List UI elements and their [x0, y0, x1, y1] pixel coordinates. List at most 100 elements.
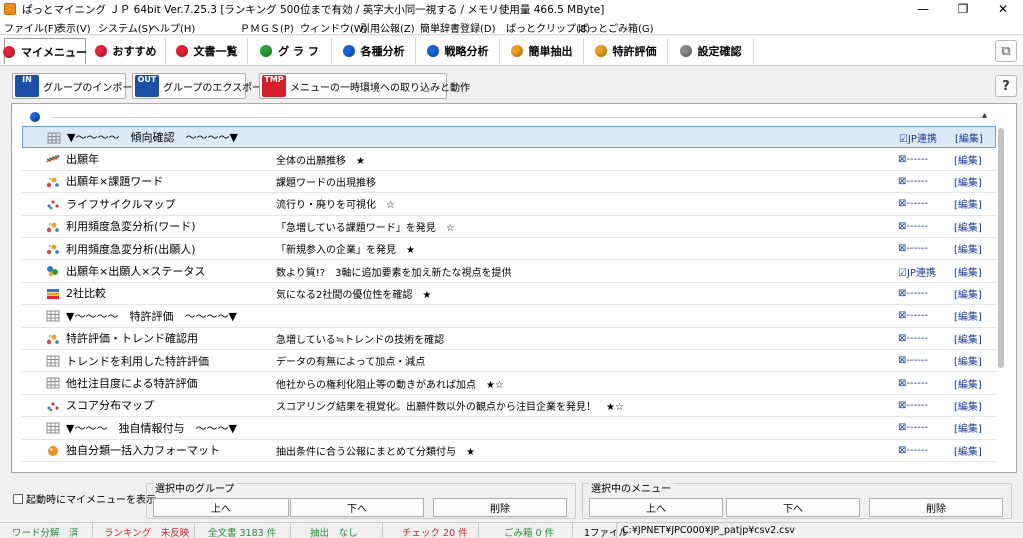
edit-link[interactable]: [編集]	[954, 420, 982, 435]
grid-icon	[46, 310, 60, 322]
minimize-button[interactable]: —	[903, 0, 943, 18]
list-item[interactable]: 出願年×課題ワード 課題ワードの出現推移 ⊠------ [編集]	[22, 171, 996, 194]
tab-documents[interactable]: 文書一覧	[166, 38, 248, 64]
menu-dictionary[interactable]: 簡単辞書登録(D)	[420, 20, 496, 35]
tab-patent-eval[interactable]: 特許評価	[584, 38, 668, 64]
list-item[interactable]: トレンドを利用した特許評価 データの有無によって加点・減点 ⊠------ [編集]	[22, 350, 996, 373]
jp-link-toggle[interactable]: ☑JP連携	[898, 264, 936, 279]
jp-link-toggle[interactable]: ⊠------	[898, 400, 928, 411]
edit-link[interactable]: [編集]	[954, 174, 982, 189]
tab-label: 文書一覧	[193, 45, 238, 58]
cluster-icon	[46, 265, 60, 277]
group-up-button[interactable]: 上へ	[153, 498, 289, 517]
export-group-button[interactable]: OUT グループのエクスポート	[132, 73, 272, 99]
edit-link[interactable]: [編集]	[954, 398, 982, 413]
vertical-scrollbar[interactable]	[998, 128, 1004, 368]
startup-checkbox[interactable]: 起動時にマイメニューを表示	[13, 491, 156, 506]
list-item[interactable]: ▼〜〜〜〜 特許評価 〜〜〜〜▼ ⊠------ [編集]	[22, 305, 996, 328]
menu-file[interactable]: ファイル(F)	[4, 20, 58, 35]
checkbox-box[interactable]	[13, 493, 23, 504]
edit-link[interactable]: [編集]	[954, 152, 982, 167]
menu-up-button[interactable]: 上へ	[589, 498, 723, 517]
tab-settings[interactable]: 設定確認	[668, 38, 754, 64]
menu-delete-button[interactable]: 削除	[869, 498, 1003, 517]
jp-link-toggle[interactable]: ⊠------	[898, 198, 928, 209]
edit-link[interactable]: [編集]	[954, 219, 982, 234]
edit-link[interactable]: [編集]	[954, 353, 982, 368]
bubble-chart-icon	[46, 333, 60, 345]
tab-label: 特許評価	[612, 45, 657, 58]
edit-link[interactable]: [編集]	[954, 264, 982, 279]
jp-link-toggle[interactable]: ☑JP連携	[899, 130, 937, 145]
menu-name: 特許評価・トレンド確認用	[66, 332, 198, 346]
list-item[interactable]: 出願年 全体の出願推移 ★ ⊠------ [編集]	[22, 148, 996, 171]
list-item[interactable]: 特許評価・トレンド確認用 急増している≒トレンドの技術を確認 ⊠------ [編集]	[22, 328, 996, 350]
temp-label: メニューの一時環境への取り込みと動作	[290, 82, 470, 94]
jp-link-toggle[interactable]: ⊠------	[898, 176, 928, 187]
list-item[interactable]: 利用頻度急変分析(出願人) 「新規参入の企業」を発見 ★ ⊠------ [編集]	[22, 238, 996, 261]
menu-pmgs[interactable]: ＰＭＧＳ(P)	[240, 20, 294, 35]
menu-name: 他社注目度による特許評価	[66, 377, 198, 391]
tab-graph[interactable]: グ ラ フ	[248, 38, 332, 64]
status-extract: 抽出 なし	[310, 528, 358, 538]
list-item[interactable]: 出願年×出願人×ステータス 数より質!? 3軸に追加要素を加え新たな視点を提供 ☑J…	[22, 260, 996, 283]
edit-link[interactable]: [編集]	[954, 331, 982, 346]
tab-my-menu[interactable]: マイメニュー	[3, 38, 87, 64]
edit-link[interactable]: [編集]	[954, 376, 982, 391]
list-item[interactable]: ▼〜〜〜 独自情報付与 〜〜〜▼ ⊠------ [編集]	[22, 417, 996, 440]
jp-link-toggle[interactable]: ⊠------	[898, 445, 928, 456]
edit-link[interactable]: [編集]	[954, 443, 982, 458]
list-item[interactable]: ライフサイクルマップ 流行り・廃りを可視化 ☆ ⊠------ [編集]	[22, 193, 996, 216]
list-item[interactable]: スコア分布マップ スコアリング結果を視覚化。出願件数以外の観点から注目企業を発見！…	[22, 395, 996, 418]
collapse-icon[interactable]: ▴	[982, 110, 987, 121]
scatter-icon	[46, 198, 60, 210]
help-icon[interactable]: ?	[995, 75, 1017, 97]
edit-link[interactable]: [編集]	[954, 241, 982, 256]
edit-link[interactable]: [編集]	[954, 308, 982, 323]
menu-view[interactable]: 表示(V)	[56, 20, 91, 35]
edit-link[interactable]: [編集]	[954, 286, 982, 301]
tab-extract[interactable]: 簡単抽出	[500, 38, 584, 64]
edit-link[interactable]: [編集]	[955, 130, 983, 145]
menu-name: トレンドを利用した特許評価	[66, 354, 209, 368]
temp-icon: TMP	[262, 75, 286, 97]
grid-icon	[46, 355, 60, 367]
close-button[interactable]: ✕	[983, 0, 1023, 18]
menu-name: ▼〜〜〜〜 特許評価 〜〜〜〜▼	[66, 309, 237, 323]
jp-link-toggle[interactable]: ⊠------	[898, 333, 928, 344]
jp-link-toggle[interactable]: ⊠------	[898, 310, 928, 321]
menu-citation[interactable]: 引用公報(Z)	[360, 20, 415, 35]
maximize-button[interactable]: ❐	[943, 0, 983, 18]
selected-group-box: 選択中のグループ 上へ 下へ 削除	[146, 480, 576, 519]
menu-window[interactable]: ウィンドウ(W)	[300, 20, 368, 35]
menu-help[interactable]: ヘルプ(H)	[150, 20, 195, 35]
jp-link-toggle[interactable]: ⊠------	[898, 355, 928, 366]
jp-link-toggle[interactable]: ⊠------	[898, 221, 928, 232]
list-item[interactable]: ▼〜〜〜〜 傾向確認 〜〜〜〜▼ ☑JP連携 [編集]	[22, 126, 996, 149]
jp-link-toggle[interactable]: ⊠------	[898, 154, 928, 165]
import-icon: IN	[15, 75, 39, 97]
window-icon[interactable]: ⧉	[995, 40, 1017, 62]
menu-system[interactable]: システム(S)	[98, 20, 152, 35]
menu-name: ▼〜〜〜〜 傾向確認 〜〜〜〜▼	[67, 131, 238, 145]
list-item[interactable]: 利用頻度急変分析(ワード) 「急増している課題ワード」を発見 ☆ ⊠------ [編…	[22, 216, 996, 238]
list-item[interactable]: 2社比較 気になる2社間の優位性を確認 ★ ⊠------ [編集]	[22, 283, 996, 306]
jp-link-toggle[interactable]: ⊠------	[898, 288, 928, 299]
group-delete-button[interactable]: 削除	[433, 498, 567, 517]
temp-environment-button[interactable]: TMP メニューの一時環境への取り込みと動作	[259, 73, 470, 99]
menu-trash[interactable]: ぱっとごみ箱(G)	[578, 20, 654, 35]
group-down-button[interactable]: 下へ	[290, 498, 424, 517]
tab-label: 簡単抽出	[528, 45, 573, 58]
edit-link[interactable]: [編集]	[954, 196, 982, 211]
tab-recommended[interactable]: おすすめ	[86, 38, 166, 64]
jp-link-toggle[interactable]: ⊠------	[898, 422, 928, 433]
jp-link-toggle[interactable]: ⊠------	[898, 243, 928, 254]
tab-analysis[interactable]: 各種分析	[332, 38, 416, 64]
list-item[interactable]: 他社注目度による特許評価 他社からの権利化阻止等の動きがあれば加点 ★☆ ⊠----…	[22, 372, 996, 395]
jp-link-toggle[interactable]: ⊠------	[898, 378, 928, 389]
tab-strategy[interactable]: 戦略分析	[416, 38, 500, 64]
import-group-button[interactable]: IN グループのインポート	[12, 73, 142, 99]
stacked-bar-icon	[46, 288, 60, 300]
list-item[interactable]: 独自分類一括入力フォーマット 抽出条件に合う公報にまとめて分類付与 ★ ⊠-----…	[22, 440, 996, 462]
menu-down-button[interactable]: 下へ	[726, 498, 860, 517]
